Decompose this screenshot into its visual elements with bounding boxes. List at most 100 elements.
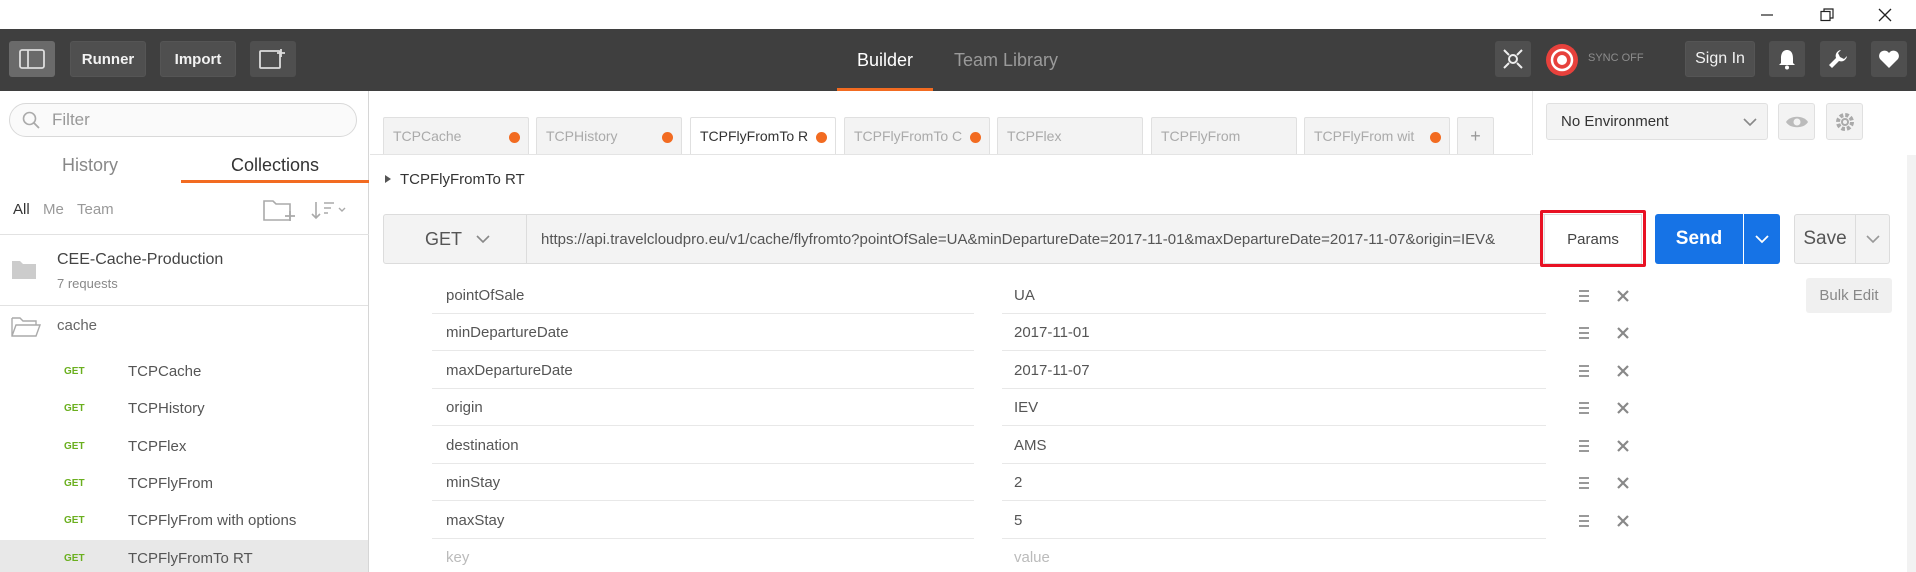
bulk-edit-button[interactable]: Bulk Edit	[1806, 278, 1892, 313]
sync-status-button[interactable]	[1545, 43, 1579, 77]
folder-item-cache[interactable]: cache	[0, 307, 368, 344]
restore-icon	[1820, 7, 1834, 21]
sort-button[interactable]	[310, 198, 350, 222]
favorite-button[interactable]	[1871, 41, 1907, 77]
delete-icon[interactable]	[1614, 362, 1632, 380]
tab-builder[interactable]: Builder	[837, 29, 933, 91]
method-select[interactable]: GET	[383, 214, 527, 264]
save-options-button[interactable]	[1856, 214, 1890, 264]
param-key-placeholder[interactable]: key	[432, 540, 974, 572]
quick-look-button[interactable]	[1778, 103, 1815, 140]
close-window-button[interactable]	[1862, 0, 1908, 29]
request-title-row[interactable]: TCPFlyFromTo RT	[384, 168, 525, 190]
tab-collections[interactable]: Collections	[181, 148, 369, 182]
sign-in-button[interactable]: Sign In	[1685, 41, 1755, 77]
new-collection-button[interactable]	[262, 196, 296, 224]
param-value-placeholder[interactable]: value	[1002, 540, 1546, 572]
param-value[interactable]: 2017-11-01	[1002, 315, 1546, 351]
environment-select[interactable]: No Environment	[1546, 103, 1768, 140]
search-icon	[22, 111, 40, 129]
collection-item[interactable]: CEE-Cache-Production 7 requests	[0, 236, 368, 306]
drag-handle-icon[interactable]	[1576, 438, 1592, 454]
request-item[interactable]: GET TCPCache	[0, 353, 368, 390]
request-tab[interactable]: TCPCache	[383, 117, 529, 154]
filter-me[interactable]: Me	[43, 201, 64, 218]
new-window-button[interactable]	[250, 41, 296, 77]
restore-button[interactable]	[1804, 0, 1850, 29]
request-item[interactable]: GET TCPFlyFrom	[0, 465, 368, 502]
request-tab-label: TCPFlex	[1007, 128, 1062, 144]
param-key[interactable]: pointOfSale	[432, 278, 974, 314]
delete-icon[interactable]	[1614, 512, 1632, 530]
param-key[interactable]: minDepartureDate	[432, 315, 974, 351]
request-item-selected[interactable]: GET TCPFlyFromTo RT	[0, 540, 368, 572]
drag-handle-icon[interactable]	[1576, 325, 1592, 341]
manage-environments-button[interactable]	[1826, 103, 1863, 140]
chevron-down-icon	[1865, 235, 1880, 244]
request-tab[interactable]: TCPFlex	[997, 117, 1143, 154]
drag-handle-icon[interactable]	[1576, 363, 1592, 379]
filter-all[interactable]: All	[13, 201, 30, 218]
chevron-down-icon	[1755, 235, 1769, 244]
request-name: TCPHistory	[128, 400, 205, 417]
notifications-button[interactable]	[1769, 41, 1805, 77]
request-tab[interactable]: TCPHistory	[536, 117, 682, 154]
drag-handle-icon[interactable]	[1576, 513, 1592, 529]
chevron-down-icon	[1743, 118, 1757, 127]
param-value[interactable]: 5	[1002, 503, 1546, 539]
request-item[interactable]: GET TCPFlyFrom with options	[0, 502, 368, 539]
request-item[interactable]: GET TCPFlex	[0, 428, 368, 465]
settings-button[interactable]	[1820, 41, 1856, 77]
param-key[interactable]: maxStay	[432, 503, 974, 539]
delete-icon[interactable]	[1614, 399, 1632, 417]
folder-icon	[12, 261, 36, 279]
request-tab-label: TCPCache	[393, 128, 462, 144]
drag-handle-icon[interactable]	[1576, 475, 1592, 491]
request-tab[interactable]: TCPFlyFrom wit	[1304, 117, 1450, 154]
save-button[interactable]: Save	[1794, 214, 1856, 264]
param-key[interactable]: minStay	[432, 465, 974, 501]
request-item[interactable]: GET TCPHistory	[0, 390, 368, 427]
sync-status-label: SYNC OFF	[1588, 52, 1644, 64]
tab-builder-label: Builder	[856, 49, 914, 70]
param-value[interactable]: IEV	[1002, 390, 1546, 426]
drag-handle-icon[interactable]	[1576, 288, 1592, 304]
delete-icon[interactable]	[1614, 287, 1632, 305]
sidebar: Filter History Collections All Me Team C…	[0, 91, 369, 572]
minimize-button[interactable]	[1744, 0, 1790, 29]
send-options-button[interactable]	[1744, 214, 1780, 264]
request-tab[interactable]: TCPFlyFrom	[1151, 117, 1297, 154]
request-tab-active[interactable]: TCPFlyFromTo R	[690, 117, 836, 154]
param-value[interactable]: AMS	[1002, 428, 1546, 464]
param-value[interactable]: 2	[1002, 465, 1546, 501]
filter-placeholder: Filter	[52, 110, 90, 129]
request-tab-label: TCPFlyFrom wit	[1314, 128, 1415, 144]
caret-right-icon	[385, 175, 391, 183]
tab-history[interactable]: History	[0, 148, 180, 182]
url-input[interactable]: https://api.travelcloudpro.eu/v1/cache/f…	[527, 214, 1544, 264]
param-value[interactable]: 2017-11-07	[1002, 353, 1546, 389]
interceptor-button[interactable]	[1495, 41, 1531, 77]
param-key[interactable]: maxDepartureDate	[432, 353, 974, 389]
add-folder-icon	[263, 200, 295, 221]
delete-icon[interactable]	[1614, 474, 1632, 492]
import-button[interactable]: Import	[160, 41, 236, 77]
request-method: GET	[64, 403, 85, 414]
runner-button[interactable]: Runner	[70, 41, 146, 77]
delete-icon[interactable]	[1614, 324, 1632, 342]
param-key[interactable]: destination	[432, 428, 974, 464]
delete-icon[interactable]	[1614, 437, 1632, 455]
tab-team-library[interactable]: Team Library	[946, 29, 1066, 91]
filter-team[interactable]: Team	[77, 201, 114, 218]
request-method: GET	[64, 366, 85, 377]
add-tab-button[interactable]: +	[1457, 117, 1494, 154]
scrollbar[interactable]	[1907, 155, 1916, 572]
param-key[interactable]: origin	[432, 390, 974, 426]
drag-handle-icon[interactable]	[1576, 400, 1592, 416]
toggle-sidebar-button[interactable]	[9, 41, 55, 77]
send-button[interactable]: Send	[1655, 214, 1743, 264]
satellite-icon	[1503, 49, 1523, 69]
filter-input[interactable]: Filter	[9, 103, 357, 137]
param-value[interactable]: UA	[1002, 278, 1546, 314]
request-tab[interactable]: TCPFlyFromTo C	[844, 117, 990, 154]
